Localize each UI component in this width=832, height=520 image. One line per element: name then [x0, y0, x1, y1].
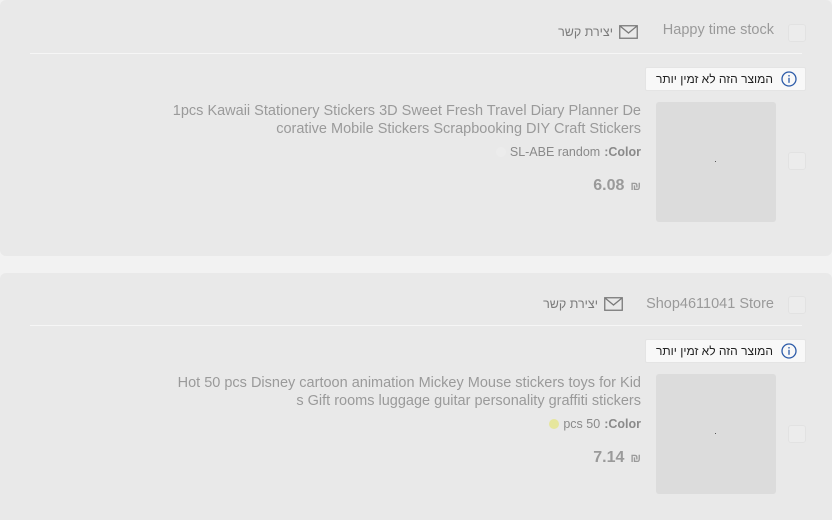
contact-seller-button[interactable]: יצירת קשר	[543, 295, 623, 313]
contact-seller-button[interactable]: יצירת קשר	[558, 23, 638, 41]
product-price: ₪ 6.08	[593, 177, 641, 195]
store-header: Shop4611041 Store יצירת קשר	[0, 273, 832, 326]
variant-label: Color:	[604, 417, 641, 431]
product-image[interactable]	[656, 374, 776, 494]
product-variant[interactable]: Color: SL-ABE random	[495, 145, 641, 159]
info-icon	[781, 71, 797, 87]
store-group: Shop4611041 Store יצירת קשר המוצר הזה לא…	[0, 273, 832, 520]
variant-value: SL-ABE random	[509, 145, 601, 159]
variant-label: Color:	[604, 145, 641, 159]
contact-seller-label: יצירת קשר	[558, 25, 613, 39]
divider	[30, 53, 802, 54]
unavailable-text: המוצר הזה לא זמין יותר	[655, 344, 773, 358]
divider	[30, 325, 802, 326]
mail-icon	[619, 25, 638, 39]
currency-symbol: ₪	[630, 179, 641, 193]
image-placeholder	[715, 161, 716, 162]
product-title[interactable]: 1pcs Kawaii Stationery Stickers 3D Sweet…	[171, 102, 641, 138]
price-amount: 6.08	[593, 177, 625, 194]
store-name[interactable]: Happy time stock	[663, 22, 774, 38]
store-header: Happy time stock יצירת קשר	[0, 0, 832, 53]
item-select-checkbox[interactable]	[788, 425, 806, 443]
product-title[interactable]: Hot 50 pcs Disney cartoon animation Mick…	[171, 374, 641, 410]
info-icon	[781, 343, 797, 359]
color-swatch	[495, 147, 506, 157]
store-group: Happy time stock יצירת קשר המוצר הזה לא …	[0, 0, 832, 256]
image-placeholder	[715, 433, 716, 434]
price-amount: 7.14	[593, 449, 625, 466]
unavailable-notice: המוצר הזה לא זמין יותר	[644, 339, 806, 363]
unavailable-notice: המוצר הזה לא זמין יותר	[644, 67, 806, 91]
color-swatch	[549, 419, 560, 429]
mail-icon	[604, 297, 623, 311]
unavailable-text: המוצר הזה לא זמין יותר	[655, 72, 773, 86]
store-select-checkbox[interactable]	[788, 296, 806, 314]
currency-symbol: ₪	[630, 451, 641, 465]
store-name[interactable]: Shop4611041 Store	[646, 296, 774, 312]
variant-value: 50 pcs	[563, 417, 601, 431]
store-select-checkbox[interactable]	[788, 24, 806, 42]
product-variant[interactable]: Color: 50 pcs	[549, 417, 641, 431]
cart-page: Happy time stock יצירת קשר המוצר הזה לא …	[0, 0, 832, 520]
product-price: ₪ 7.14	[593, 449, 641, 467]
product-image[interactable]	[656, 102, 776, 222]
contact-seller-label: יצירת קשר	[543, 297, 598, 311]
item-select-checkbox[interactable]	[788, 152, 806, 170]
